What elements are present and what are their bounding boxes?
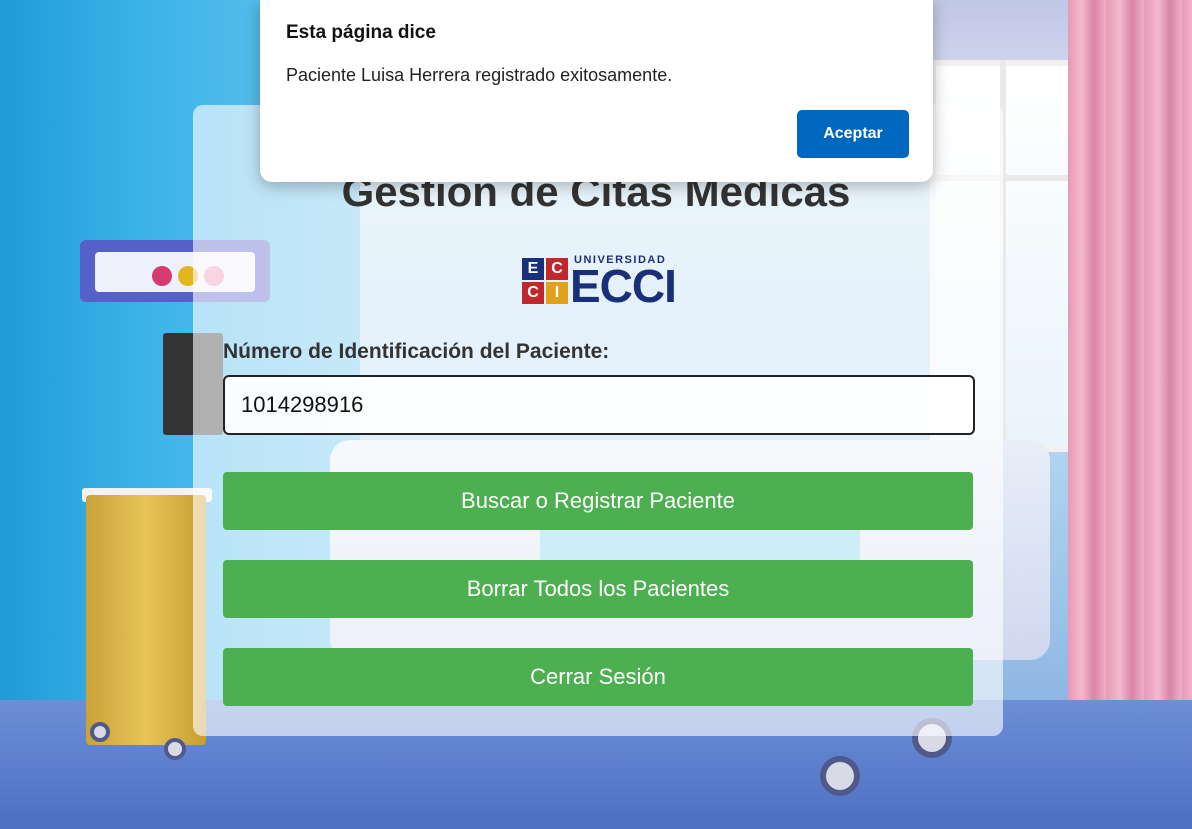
dialog-title: Esta página dice bbox=[286, 22, 436, 43]
background-cabinet bbox=[86, 495, 206, 745]
patient-id-label: Número de Identificación del Paciente: bbox=[223, 340, 610, 363]
background-bed-wheel bbox=[820, 756, 860, 796]
logo-mark: E C C I bbox=[522, 258, 568, 304]
logo-letter-i: I bbox=[546, 282, 568, 304]
background-cabinet-wheel bbox=[90, 722, 110, 742]
logo-letter-c: C bbox=[546, 258, 568, 280]
accept-button[interactable]: Aceptar bbox=[797, 110, 909, 158]
logo-letter-c: C bbox=[522, 282, 544, 304]
patient-id-input[interactable] bbox=[223, 375, 975, 435]
alert-dialog: Esta página dice Paciente Luisa Herrera … bbox=[260, 0, 933, 182]
logo-ecci-text: ECCI bbox=[570, 260, 677, 312]
search-register-patient-button[interactable]: Buscar o Registrar Paciente bbox=[223, 472, 973, 530]
dialog-message: Paciente Luisa Herrera registrado exitos… bbox=[286, 65, 673, 85]
logout-button[interactable]: Cerrar Sesión bbox=[223, 648, 973, 706]
delete-all-patients-button[interactable]: Borrar Todos los Pacientes bbox=[223, 560, 973, 618]
logo-letter-e: E bbox=[522, 258, 544, 280]
university-logo: E C C I UNIVERSIDAD ECCI bbox=[522, 252, 678, 312]
background-panel-light bbox=[152, 266, 172, 286]
background-curtain bbox=[1068, 0, 1192, 720]
background-cabinet-wheel bbox=[164, 738, 186, 760]
